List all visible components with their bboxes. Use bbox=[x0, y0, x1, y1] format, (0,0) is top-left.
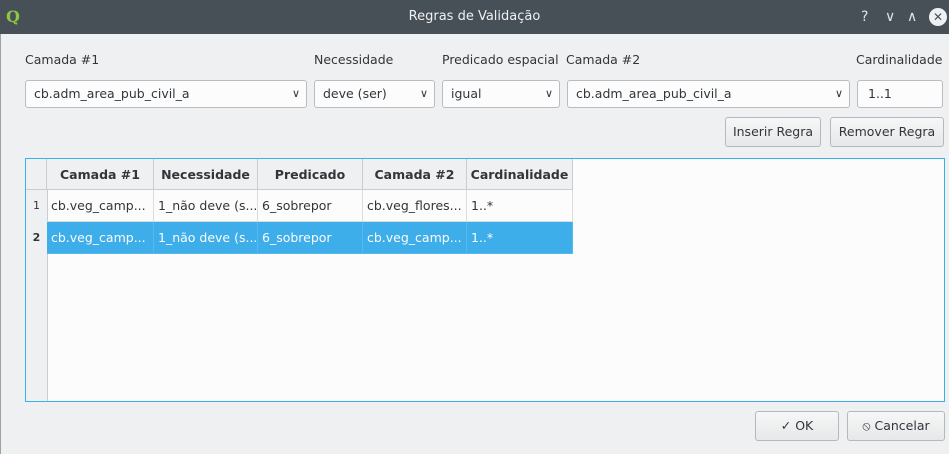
ok-label: OK bbox=[795, 418, 814, 433]
window-title: Regras de Validação bbox=[408, 9, 541, 24]
chevron-down-icon: ∨ bbox=[544, 87, 553, 100]
table-cell-selected[interactable]: 1_não deve (s... bbox=[154, 222, 258, 254]
chevron-down-icon: ∨ bbox=[834, 87, 843, 100]
table-cell-selected[interactable]: 6_sobrepor bbox=[258, 222, 363, 254]
column-header-layer2[interactable]: Camada #2 bbox=[363, 159, 467, 190]
predicate-value: igual bbox=[451, 86, 482, 101]
layer2-select[interactable]: cb.adm_area_pub_civil_a ∨ bbox=[567, 80, 850, 108]
row-number[interactable]: 1 bbox=[26, 190, 47, 222]
cancel-label: Cancelar bbox=[874, 418, 930, 433]
layer1-value: cb.adm_area_pub_civil_a bbox=[34, 86, 190, 101]
rules-table[interactable]: Camada #1 Necessidade Predicado Camada #… bbox=[25, 158, 945, 402]
necessity-select[interactable]: deve (ser) ∨ bbox=[314, 80, 435, 108]
layer2-value: cb.adm_area_pub_civil_a bbox=[576, 86, 732, 101]
table-cell[interactable]: 6_sobrepor bbox=[258, 190, 363, 222]
remove-rule-button[interactable]: Remover Regra bbox=[830, 117, 944, 147]
table-cell[interactable]: 1_não deve (s... bbox=[154, 190, 258, 222]
column-header-cardinality[interactable]: Cardinalidade bbox=[467, 159, 573, 190]
layer2-label: Camada #2 bbox=[566, 52, 641, 67]
necessity-value: deve (ser) bbox=[323, 86, 387, 101]
chevron-down-icon: ∨ bbox=[419, 87, 428, 100]
cancel-button[interactable]: ⦸ Cancelar bbox=[847, 411, 945, 441]
cardinality-input[interactable]: 1..1 bbox=[857, 80, 943, 108]
title-bar: Q Regras de Validação ? ∨ ∧ ✕ bbox=[0, 0, 949, 34]
insert-rule-button[interactable]: Inserir Regra bbox=[725, 117, 821, 147]
maximize-icon[interactable]: ∧ bbox=[907, 8, 917, 26]
row-number[interactable]: 2 bbox=[26, 222, 47, 254]
table-cell-selected[interactable]: cb.veg_camp... bbox=[363, 222, 467, 254]
chevron-down-icon: ∨ bbox=[291, 87, 300, 100]
table-cell[interactable]: cb.veg_camp... bbox=[47, 190, 154, 222]
predicate-label: Predicado espacial bbox=[442, 52, 559, 67]
table-cell-selected[interactable]: 1..* bbox=[467, 222, 573, 254]
minimize-icon[interactable]: ∨ bbox=[885, 8, 895, 26]
table-corner bbox=[26, 159, 47, 190]
window-frame bbox=[0, 34, 1, 454]
ok-button[interactable]: ✓ OK bbox=[755, 411, 839, 441]
column-header-necessity[interactable]: Necessidade bbox=[154, 159, 258, 190]
table-cell[interactable]: cb.veg_flores... bbox=[363, 190, 467, 222]
layer1-label: Camada #1 bbox=[25, 52, 100, 67]
layer1-select[interactable]: cb.adm_area_pub_civil_a ∨ bbox=[25, 80, 307, 108]
cancel-icon: ⦸ bbox=[862, 418, 871, 433]
close-icon[interactable]: ✕ bbox=[929, 8, 947, 26]
column-header-layer1[interactable]: Camada #1 bbox=[47, 159, 154, 190]
check-icon: ✓ bbox=[780, 418, 792, 433]
cardinality-label: Cardinalidade bbox=[856, 52, 943, 67]
help-icon[interactable]: ? bbox=[861, 8, 868, 26]
cardinality-value: 1..1 bbox=[868, 86, 892, 101]
predicate-select[interactable]: igual ∨ bbox=[442, 80, 560, 108]
table-cell-selected[interactable]: cb.veg_camp... bbox=[47, 222, 154, 254]
table-cell[interactable]: 1..* bbox=[467, 190, 573, 222]
column-header-predicate[interactable]: Predicado bbox=[258, 159, 363, 190]
necessity-label: Necessidade bbox=[314, 52, 394, 67]
